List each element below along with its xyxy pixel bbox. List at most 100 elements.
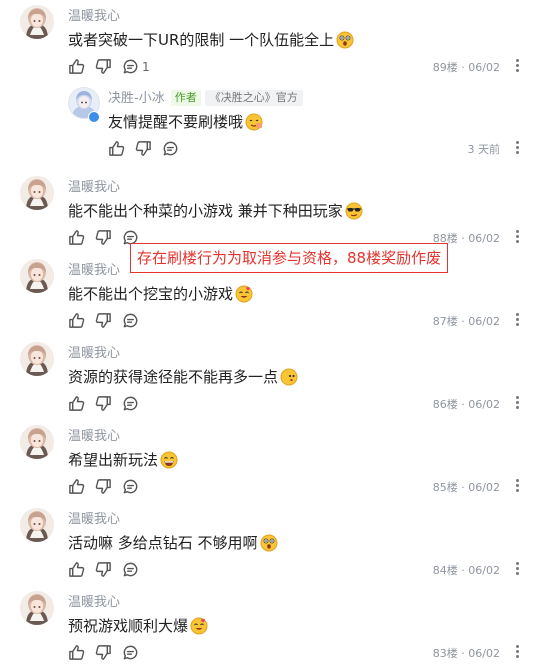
- reply-button[interactable]: [122, 644, 139, 661]
- like-button[interactable]: [68, 312, 85, 329]
- reply-button[interactable]: [162, 140, 179, 157]
- like-button[interactable]: [68, 229, 85, 246]
- comment-meta: 84楼 · 06/02: [432, 564, 500, 577]
- surprised-emoji-icon: [336, 31, 354, 53]
- dislike-button[interactable]: [95, 395, 112, 412]
- reply-button[interactable]: [122, 561, 139, 578]
- comment-meta: 89楼 · 06/02: [432, 61, 500, 74]
- reply-username-row: 决胜-小冰 作者 《决胜之心》官方: [108, 87, 303, 106]
- thumbs-down-icon: [95, 561, 112, 578]
- comment-date: 06/02: [468, 481, 500, 494]
- dislike-button[interactable]: [95, 229, 112, 246]
- like-button[interactable]: [68, 644, 85, 661]
- comment-date: 06/02: [468, 315, 500, 328]
- like-button[interactable]: [68, 395, 85, 412]
- username[interactable]: 温暖我心: [68, 425, 120, 444]
- reply-button[interactable]: [122, 395, 139, 412]
- more-options-icon[interactable]: [513, 229, 521, 243]
- thumbs-up-icon: [108, 140, 125, 157]
- floor-number: 86楼: [432, 398, 458, 411]
- thumbs-down-icon: [95, 58, 112, 75]
- floor-number: 87楼: [432, 315, 458, 328]
- username[interactable]: 温暖我心: [68, 176, 120, 195]
- dislike-button[interactable]: [95, 478, 112, 495]
- reply-bubble-icon: [122, 58, 139, 75]
- comment-text: 希望出新玩法: [68, 449, 178, 473]
- more-options-icon[interactable]: [513, 140, 521, 154]
- comment-text: 能不能出个挖宝的小游戏: [68, 283, 253, 307]
- comment-actions: [68, 312, 139, 329]
- comment-text-body: 能不能出个种菜的小游戏 兼并下种田玩家: [68, 202, 343, 220]
- floor-number: 83楼: [432, 647, 458, 660]
- moderation-notice: 存在刷楼行为为取消参与资格，88楼奖励作废: [130, 243, 449, 273]
- avatar[interactable]: [20, 176, 54, 210]
- heart-smile-emoji-icon: [235, 285, 253, 307]
- heart-smile-emoji-icon: [190, 617, 208, 639]
- username[interactable]: 温暖我心: [68, 259, 120, 278]
- avatar[interactable]: [20, 591, 54, 625]
- comment-actions: [68, 229, 139, 246]
- reply-bubble-icon: [122, 395, 139, 412]
- more-options-icon[interactable]: [513, 644, 521, 658]
- more-options-icon[interactable]: [513, 58, 521, 72]
- official-tag: 《决胜之心》官方: [204, 90, 303, 106]
- comment-date: 06/02: [468, 61, 500, 74]
- comment-date: 06/02: [468, 647, 500, 660]
- username[interactable]: 温暖我心: [68, 508, 120, 527]
- dislike-button[interactable]: [135, 140, 152, 157]
- comment-text: 活动嘛 多给点钻石 不够用啊: [68, 532, 278, 556]
- like-button[interactable]: [68, 478, 85, 495]
- like-button[interactable]: [68, 58, 85, 75]
- reply-button[interactable]: 1: [122, 58, 150, 75]
- dislike-button[interactable]: [95, 312, 112, 329]
- like-button[interactable]: [68, 561, 85, 578]
- dislike-button[interactable]: [95, 58, 112, 75]
- author-tag: 作者: [170, 90, 201, 106]
- more-options-icon[interactable]: [513, 478, 521, 492]
- reply-bubble-icon: [162, 140, 179, 157]
- thumbs-down-icon: [135, 140, 152, 157]
- comment-actions: [68, 395, 139, 412]
- floor-number: 89楼: [432, 61, 458, 74]
- like-button[interactable]: [108, 140, 125, 157]
- username[interactable]: 温暖我心: [68, 591, 120, 610]
- wink-emoji-icon: [280, 368, 298, 390]
- more-options-icon[interactable]: [513, 561, 521, 575]
- thumbs-down-icon: [95, 312, 112, 329]
- thumbs-down-icon: [95, 644, 112, 661]
- avatar[interactable]: [20, 259, 54, 293]
- avatar[interactable]: [20, 5, 54, 39]
- username[interactable]: 温暖我心: [68, 342, 120, 361]
- comment-actions: [68, 644, 139, 661]
- comment-actions: [68, 478, 139, 495]
- avatar[interactable]: [20, 425, 54, 459]
- reply-button[interactable]: [122, 312, 139, 329]
- floor-number: 85楼: [432, 481, 458, 494]
- more-options-icon[interactable]: [513, 312, 521, 326]
- thumbs-up-icon: [68, 58, 85, 75]
- laugh-emoji-icon: [160, 451, 178, 473]
- username[interactable]: 温暖我心: [68, 5, 120, 24]
- thumbs-up-icon: [68, 229, 85, 246]
- reply-bubble-icon: [122, 561, 139, 578]
- more-options-icon[interactable]: [513, 395, 521, 409]
- floor-number: 84楼: [432, 564, 458, 577]
- dislike-button[interactable]: [95, 561, 112, 578]
- avatar[interactable]: [20, 508, 54, 542]
- reply-time: 3 天前: [467, 143, 501, 156]
- dislike-button[interactable]: [95, 644, 112, 661]
- thumbs-down-icon: [95, 229, 112, 246]
- reply-button[interactable]: [122, 478, 139, 495]
- thumbs-up-icon: [68, 312, 85, 329]
- thumbs-up-icon: [68, 644, 85, 661]
- reply-bubble-icon: [122, 644, 139, 661]
- sunglasses-emoji-icon: [345, 202, 365, 224]
- username[interactable]: 决胜-小冰: [108, 91, 165, 106]
- comment-text: 能不能出个种菜的小游戏 兼并下种田玩家: [68, 200, 365, 224]
- comment-meta: 87楼 · 06/02: [432, 315, 500, 328]
- comment-actions: 1: [68, 58, 150, 75]
- reply-bubble-icon: [122, 312, 139, 329]
- comment-meta: 86楼 · 06/02: [432, 398, 500, 411]
- avatar[interactable]: [20, 342, 54, 376]
- comment-text-body: 或者突破一下UR的限制 一个队伍能全上: [68, 31, 335, 49]
